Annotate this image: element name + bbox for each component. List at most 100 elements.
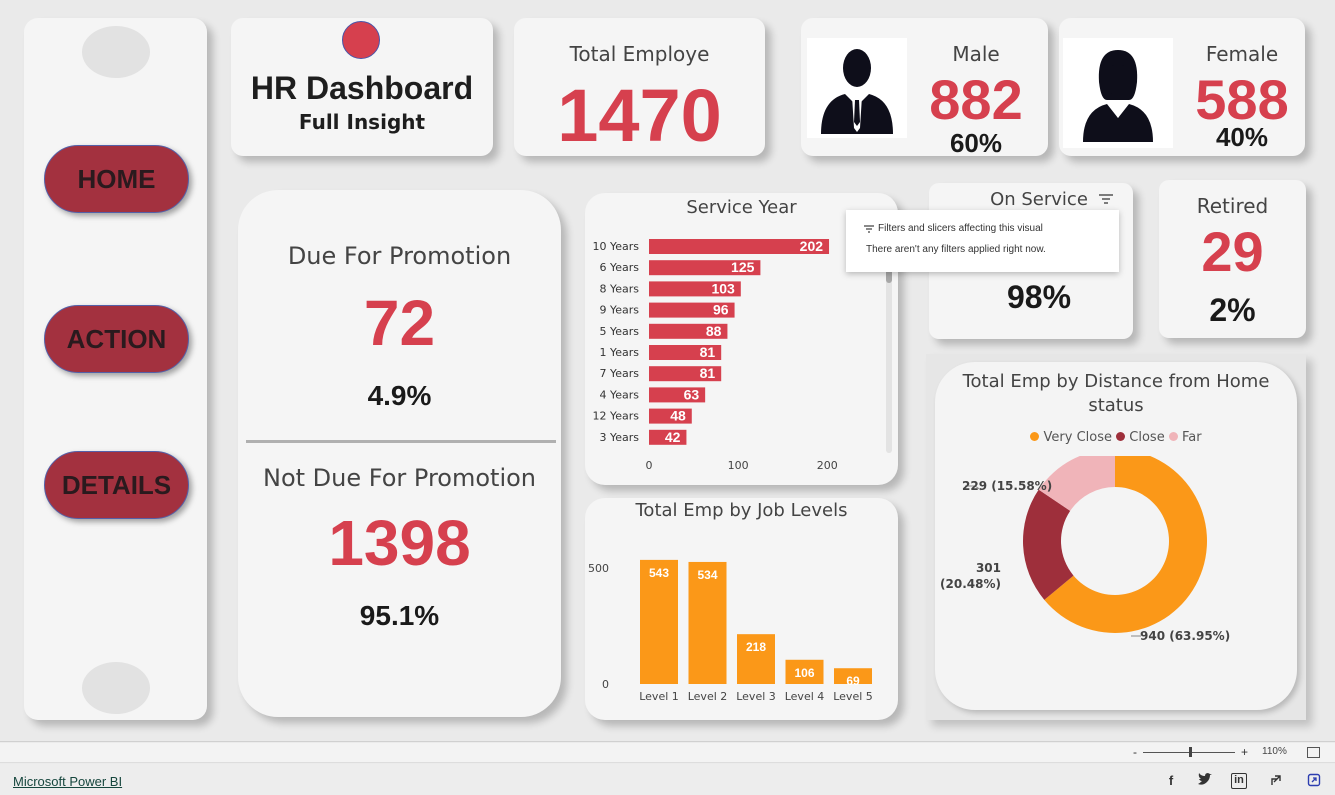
service-year-tick-label: 1 Years (599, 346, 639, 359)
tooltip-line-1: Filters and slicers affecting this visua… (878, 223, 1043, 234)
due-promotion-pct: 4.9% (367, 380, 432, 411)
page-subtitle: Full Insight (298, 110, 426, 134)
service-year-x-tick: 200 (817, 459, 838, 472)
male-icon (807, 38, 907, 138)
twitter-icon[interactable] (1197, 773, 1213, 789)
retired-card[interactable]: Retired 29 2% (1159, 180, 1306, 338)
promotion-card[interactable]: Due For Promotion 72 4.9% Not Due For Pr… (238, 190, 561, 717)
female-card[interactable]: Female 588 40% (1059, 18, 1305, 156)
retired-pct: 2% (1209, 292, 1256, 328)
share-icon[interactable] (1269, 773, 1285, 789)
female-label: Female (1205, 42, 1279, 66)
female-pct: 40% (1215, 122, 1269, 152)
service-year-data-label: 202 (800, 238, 824, 254)
job-levels-y-tick: 500 (588, 562, 609, 575)
service-year-x-tick: 0 (646, 459, 653, 472)
distance-chart-frame: Total Emp by Distance from Home status V… (926, 354, 1306, 720)
power-bi-link[interactable]: Microsoft Power BI (13, 774, 122, 789)
action-button[interactable]: ACTION (44, 305, 189, 373)
filter-icon[interactable] (1097, 191, 1115, 207)
job-level-x-tick: Level 3 (736, 690, 776, 703)
male-value: 882 (929, 68, 1023, 131)
service-year-data-label: 88 (706, 323, 722, 339)
due-promotion-value: 72 (363, 287, 436, 359)
job-levels-y-tick: 0 (602, 678, 609, 691)
home-button[interactable]: HOME (44, 145, 189, 213)
legend-label-far: Far (1181, 430, 1202, 445)
retired-label: Retired (1196, 194, 1269, 218)
service-year-data-label: 96 (713, 302, 729, 318)
job-level-data-label: 543 (649, 566, 669, 580)
legend-item-close[interactable]: Close (1116, 430, 1165, 445)
service-year-data-label: 81 (700, 365, 716, 381)
nav-decor-circle-bottom (82, 662, 150, 714)
job-levels-chart: 500 0 543 Level 1 534 Level 2 218 Level 3 106 Lev… (588, 559, 873, 703)
job-levels-chart-card[interactable]: Total Emp by Job Levels 500 0 543 Level 1 53… (585, 498, 898, 720)
page-title: HR Dashboard (250, 70, 474, 106)
tooltip-line-2: There aren't any filters applied right n… (866, 244, 1046, 255)
service-year-tick-label: 3 Years (599, 431, 639, 444)
nav-panel: HOME ACTION DETAILS (24, 18, 207, 720)
on-service-label: On Service (990, 189, 1088, 210)
service-year-tick-label: 12 Years (592, 410, 639, 423)
distance-chart-title: Total Emp by Distance from Home status (962, 371, 1270, 416)
tooltip-filter-icon (864, 225, 874, 233)
nav-decor-circle-top (82, 26, 150, 78)
zoom-out-button[interactable]: - (1133, 745, 1137, 759)
report-canvas: HOME ACTION DETAILS HR Dashboard Full In… (0, 0, 1335, 742)
service-year-tick-label: 7 Years (599, 367, 639, 380)
total-employee-value: 1470 (557, 74, 722, 157)
filter-tooltip: Filters and slicers affecting this visua… (846, 210, 1119, 272)
facebook-icon[interactable]: f (1163, 773, 1179, 789)
female-icon (1063, 38, 1173, 148)
logo-circle (342, 21, 380, 59)
zoom-level: 110% (1262, 746, 1287, 757)
job-level-data-label: 106 (794, 666, 814, 680)
donut-data-label: 229 (15.58%) (962, 479, 1052, 493)
donut-data-label: 301 (20.48%) (940, 561, 1001, 591)
zoom-slider-thumb[interactable] (1189, 747, 1192, 757)
title-card: HR Dashboard Full Insight (231, 18, 493, 156)
zoom-slider[interactable] (1143, 747, 1235, 757)
on-service-pct: 98% (1006, 279, 1072, 315)
distance-chart-card[interactable]: Total Emp by Distance from Home status V… (935, 362, 1297, 710)
job-level-x-tick: Level 4 (785, 690, 825, 703)
service-year-data-label: 125 (731, 259, 755, 275)
service-year-chart: 10 Years 202 6 Years 125 8 Years 103 9 Years 96… (592, 238, 838, 472)
service-year-tick-label: 10 Years (592, 240, 639, 253)
due-promotion-label: Due For Promotion (287, 242, 512, 270)
legend-item-far[interactable]: Far (1168, 430, 1202, 445)
zoom-in-button[interactable]: + (1241, 745, 1248, 759)
job-level-data-label: 534 (697, 568, 717, 582)
legend-label-close: Close (1129, 430, 1165, 445)
fit-to-page-icon[interactable] (1307, 747, 1320, 758)
donut-data-label: 940 (63.95%) (1140, 629, 1230, 643)
total-employee-card[interactable]: Total Employe 1470 (514, 18, 765, 156)
details-button[interactable]: DETAILS (44, 451, 189, 519)
job-levels-chart-title: Total Emp by Job Levels (635, 500, 848, 521)
status-bar: - + 110% (0, 743, 1335, 763)
service-year-data-label: 81 (700, 344, 716, 360)
job-level-data-label: 69 (846, 674, 860, 688)
not-due-promotion-label: Not Due For Promotion (263, 464, 536, 492)
service-year-tick-label: 6 Years (599, 261, 639, 274)
service-year-x-tick: 100 (728, 459, 749, 472)
male-pct: 60% (949, 128, 1003, 158)
service-year-tick-label: 9 Years (599, 304, 639, 317)
service-year-data-label: 42 (665, 429, 681, 445)
chart-scrollbar[interactable] (886, 263, 892, 453)
legend-item-very-close[interactable]: Very Close (1030, 430, 1112, 445)
male-card[interactable]: Male 882 60% (801, 18, 1048, 158)
distance-donut-chart: 940 (63.95%) 301 (20.48%) 229 (15.58%) (940, 456, 1230, 643)
job-level-data-label: 218 (746, 640, 766, 654)
expand-icon[interactable] (1306, 773, 1322, 789)
promotion-divider (246, 440, 556, 443)
linkedin-icon[interactable]: in (1231, 773, 1247, 789)
service-year-tick-label: 8 Years (599, 282, 639, 295)
job-level-x-tick: Level 5 (833, 690, 873, 703)
service-year-tick-label: 4 Years (599, 388, 639, 401)
job-level-x-tick: Level 2 (688, 690, 728, 703)
service-year-data-label: 63 (684, 386, 700, 402)
service-year-data-label: 103 (711, 280, 735, 296)
service-year-data-label: 48 (670, 408, 686, 424)
